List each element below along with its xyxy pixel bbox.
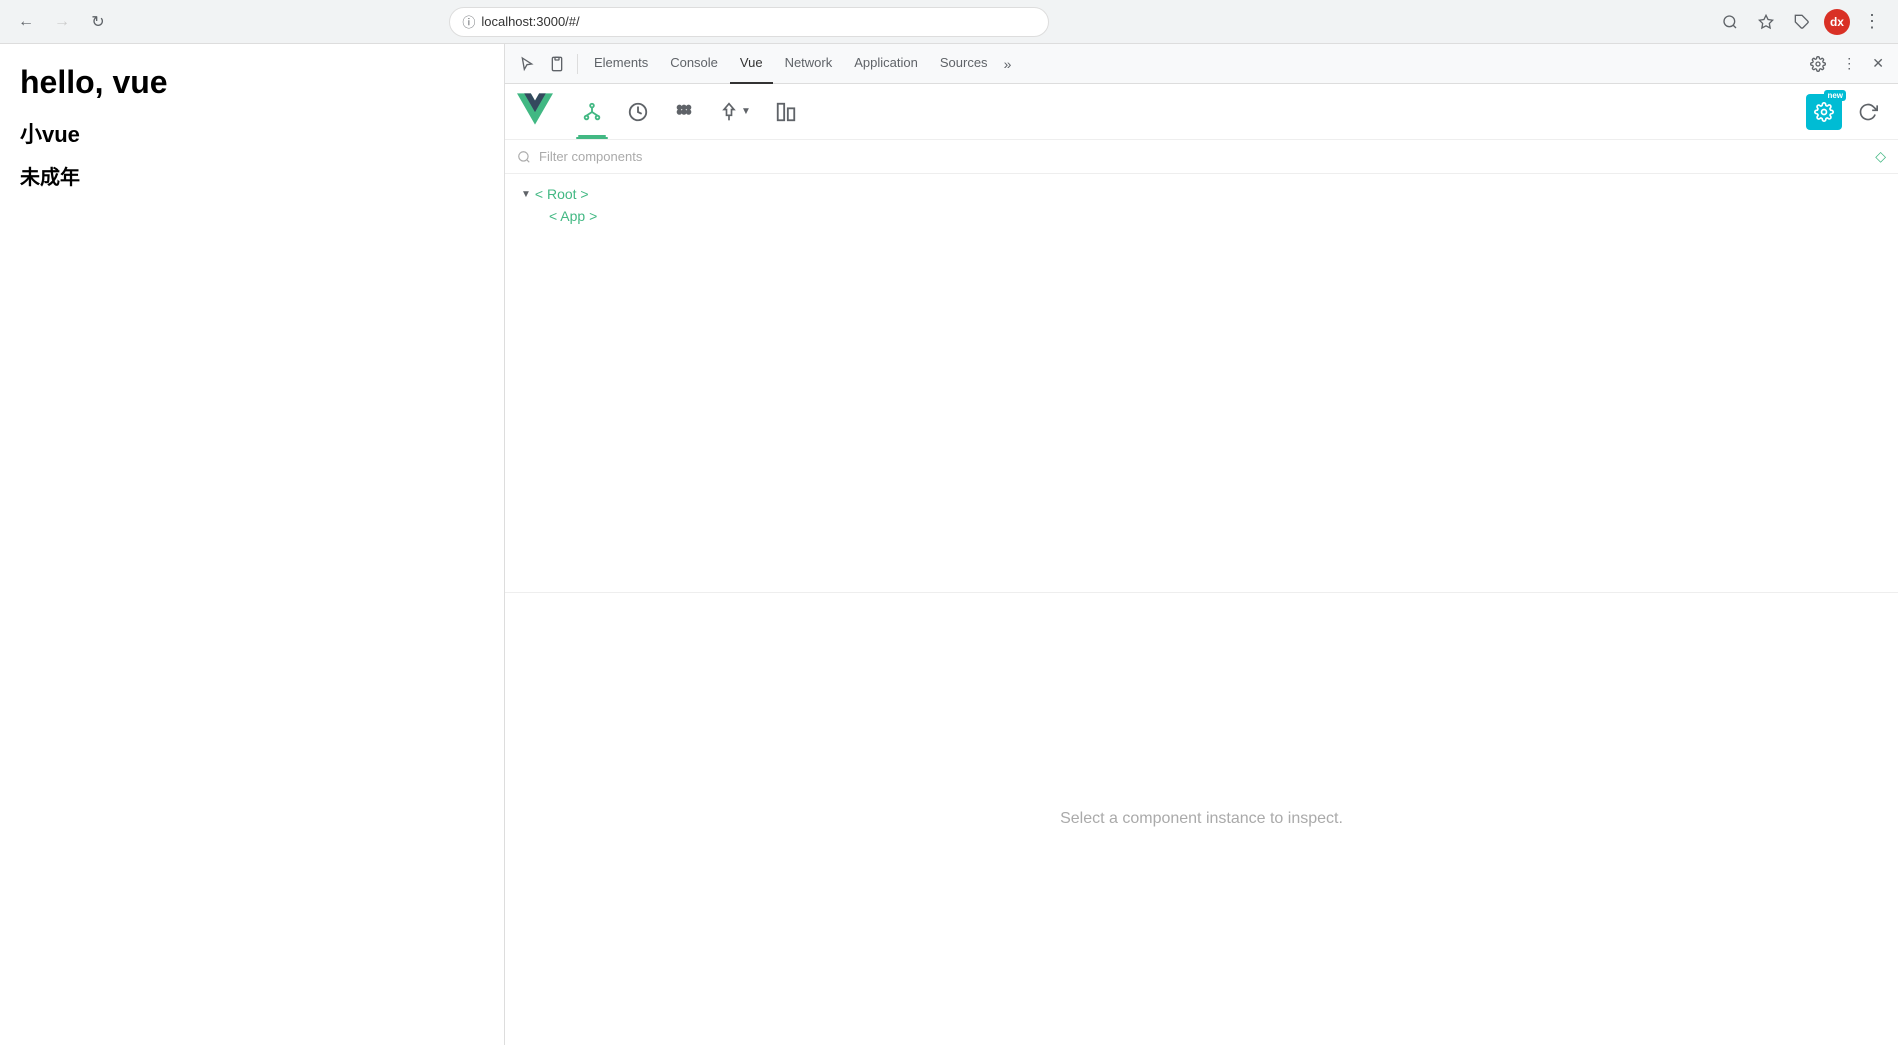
- search-icon: [1722, 14, 1738, 30]
- devtools-panel: Elements Console Vue Network Application…: [505, 44, 1898, 1045]
- filter-components-input[interactable]: [539, 149, 1867, 164]
- performance-button[interactable]: [767, 95, 805, 129]
- history-icon: [627, 101, 649, 123]
- url-text: localhost:3000/#/: [481, 14, 579, 29]
- routing-button[interactable]: ▼: [711, 96, 759, 128]
- devtools-settings-button[interactable]: [1804, 48, 1832, 80]
- tab-vue[interactable]: Vue: [730, 44, 773, 84]
- inspector-section: Select a component instance to inspect.: [505, 593, 1898, 1045]
- new-badge: new: [1824, 90, 1846, 101]
- refresh-button[interactable]: [1850, 96, 1886, 128]
- settings-gear-icon: [1814, 102, 1834, 122]
- bookmark-button[interactable]: [1752, 8, 1780, 36]
- filter-search-icon: [517, 150, 531, 164]
- filter-right-diamond: ◇: [1875, 148, 1886, 165]
- browser-chrome: ← → ↻ ⓘ localhost:3000/#/ dx ⋮: [0, 0, 1898, 44]
- root-tree-item[interactable]: ▼ < Root >: [521, 186, 1882, 202]
- forward-button[interactable]: →: [48, 8, 76, 36]
- settings-btn-wrapper: new: [1806, 94, 1842, 130]
- chrome-right-buttons: dx ⋮: [1716, 8, 1886, 36]
- security-icon: ⓘ: [462, 12, 475, 31]
- component-tree-section: ◇ ▼ < Root > < App >: [505, 140, 1898, 593]
- routing-dropdown-arrow: ▼: [741, 106, 751, 117]
- back-button[interactable]: ←: [12, 8, 40, 36]
- component-tree: ▼ < Root > < App >: [505, 174, 1898, 592]
- events-icon: [673, 101, 695, 123]
- root-component-tag[interactable]: < Root >: [535, 186, 589, 202]
- vue-logo: [517, 91, 553, 132]
- events-button[interactable]: [665, 95, 703, 129]
- star-icon: [1758, 14, 1774, 30]
- inspector-placeholder-text: Select a component instance to inspect.: [1060, 810, 1343, 828]
- filter-bar: ◇: [505, 140, 1898, 174]
- page-title: hello, vue: [20, 64, 484, 101]
- page-content: hello, vue 小vue 未成年: [0, 44, 505, 1045]
- tree-expand-arrow[interactable]: ▼: [521, 189, 531, 200]
- devtools-close-button[interactable]: ✕: [1866, 48, 1890, 80]
- performance-icon: [775, 101, 797, 123]
- reload-button[interactable]: ↻: [84, 8, 112, 36]
- app-tree-item[interactable]: < App >: [549, 208, 1882, 226]
- tab-application[interactable]: Application: [844, 44, 928, 84]
- main-layout: hello, vue 小vue 未成年 Elements Console Vue…: [0, 44, 1898, 1045]
- tab-elements[interactable]: Elements: [584, 44, 658, 84]
- gear-icon: [1810, 56, 1826, 72]
- devtools-tab-bar: Elements Console Vue Network Application…: [505, 44, 1898, 84]
- component-tree-button[interactable]: [573, 95, 611, 129]
- extensions-button[interactable]: [1788, 8, 1816, 36]
- devtools-right-icons: ⋮ ✕: [1804, 48, 1890, 80]
- page-text: 未成年: [20, 161, 484, 190]
- inspect-element-button[interactable]: [513, 48, 541, 80]
- search-button[interactable]: [1716, 8, 1744, 36]
- device-icon: [549, 56, 565, 72]
- app-component-tag[interactable]: < App >: [549, 208, 597, 224]
- chrome-menu-button[interactable]: ⋮: [1858, 8, 1886, 36]
- devtools-more-button[interactable]: ⋮: [1836, 48, 1862, 80]
- puzzle-icon: [1794, 14, 1810, 30]
- routing-icon: [719, 102, 739, 122]
- refresh-icon: [1858, 102, 1878, 122]
- component-tree-icon: [581, 101, 603, 123]
- avatar: dx: [1824, 9, 1850, 35]
- tab-network[interactable]: Network: [775, 44, 843, 84]
- tab-separator: [577, 54, 578, 74]
- tab-console[interactable]: Console: [660, 44, 728, 84]
- address-bar: ⓘ localhost:3000/#/: [449, 7, 1049, 37]
- tab-sources[interactable]: Sources: [930, 44, 998, 84]
- more-tabs-button[interactable]: »: [1000, 50, 1016, 78]
- cursor-icon: [519, 56, 535, 72]
- device-toggle-button[interactable]: [543, 48, 571, 80]
- vue-toolbar: ▼ new: [505, 84, 1898, 140]
- vuex-button[interactable]: [619, 95, 657, 129]
- page-subtitle: 小vue: [20, 117, 484, 149]
